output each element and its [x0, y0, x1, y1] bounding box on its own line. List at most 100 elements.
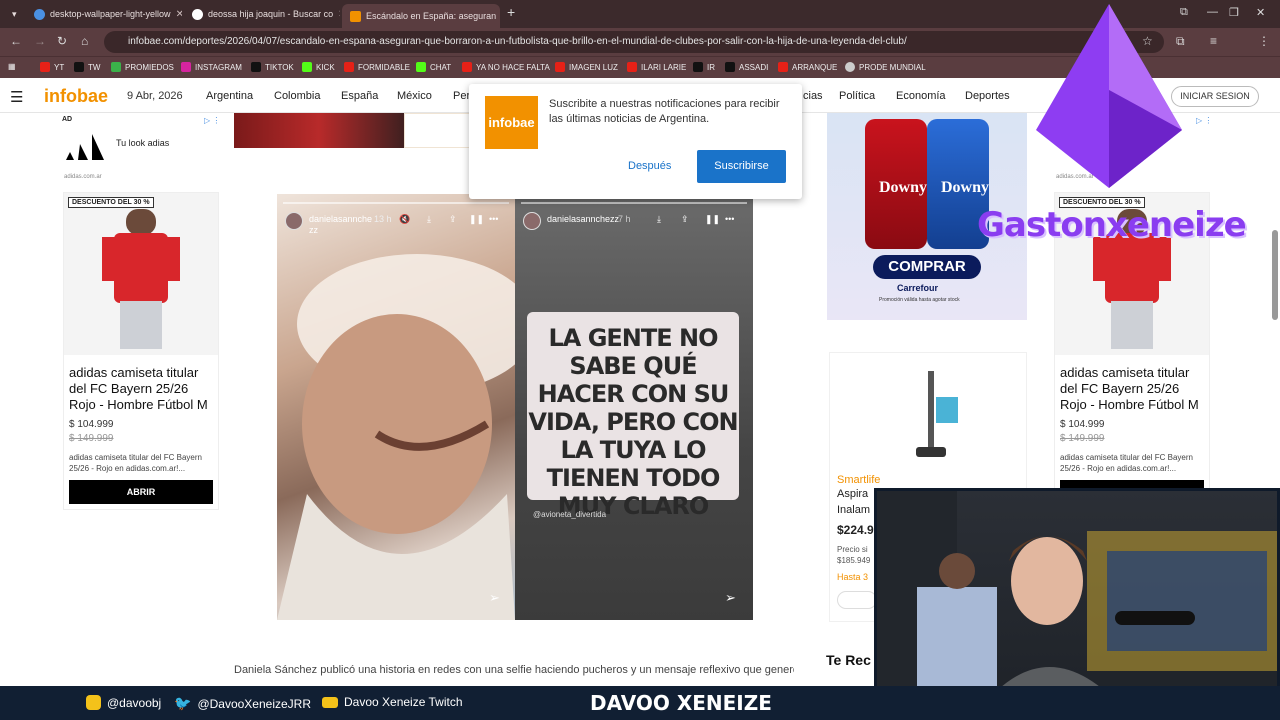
globe-icon	[845, 62, 855, 72]
avatar	[523, 212, 541, 230]
story-screenshot: danielasannche zz 13 h 🔇 ⤓ ⇪ ❚❚ ••• ➢ da…	[277, 194, 753, 620]
bookmark-tiktok[interactable]: TIKTOK	[251, 62, 294, 72]
nav-colombia[interactable]: Colombia	[274, 90, 320, 102]
bookmark-yt[interactable]: YT	[40, 62, 64, 72]
maximize-icon[interactable]: ❐	[1229, 6, 1239, 19]
discount-badge: DESCUENTO DEL 30 %	[68, 197, 154, 208]
hamburger-menu-icon[interactable]: ☰	[10, 88, 23, 106]
site-logo[interactable]: infobae	[44, 86, 108, 107]
nav-argentina[interactable]: Argentina	[206, 90, 253, 102]
product-price: $ 104.999	[69, 419, 114, 430]
nav-peru[interactable]: Per	[453, 90, 470, 102]
bookmark-ilari-larie[interactable]: ILARI LARIE	[627, 62, 686, 72]
tab-title: deossa hija joaquin - Buscar co	[208, 9, 334, 19]
apps-icon[interactable]: ▦	[8, 62, 16, 71]
mute-icon[interactable]: 🔇	[399, 214, 410, 225]
vacuum-image	[916, 371, 958, 457]
nav-mexico[interactable]: México	[397, 90, 432, 102]
bookmark-ir[interactable]: IR	[693, 62, 715, 72]
youtube-icon	[322, 696, 338, 708]
twitch-handle: Davoo Xeneize Twitch	[322, 695, 463, 709]
address-bar[interactable]: infobae.com/deportes/2026/04/07/escandal…	[104, 31, 1164, 53]
close-icon[interactable]: ✕	[338, 9, 340, 20]
more-icon[interactable]: •••	[489, 214, 498, 224]
youtube-icon	[40, 62, 50, 72]
story-mention[interactable]: @avioneta_divertida	[533, 510, 606, 519]
bookmark-prode-mundial[interactable]: PRODE MUNDIAL	[845, 62, 926, 72]
tab-google-search[interactable]: deossa hija joaquin - Buscar co ✕	[184, 3, 340, 25]
ad-domain: adidas.com.ar	[64, 174, 102, 180]
story-progress-bar	[283, 202, 509, 204]
downy-label: Downy	[941, 179, 990, 196]
more-icon[interactable]: •••	[725, 214, 734, 224]
ad-header-left[interactable]: AD ▷ ⋮ Tu look adias adidas.com.ar	[62, 116, 222, 186]
article-paragraph: Daniela Sánchez publicó una historia en …	[234, 664, 794, 676]
pause-icon[interactable]: ❚❚	[469, 214, 484, 225]
tab-wallpaper[interactable]: desktop-wallpaper-light-yellow ✕	[26, 3, 182, 25]
product-price: $ 104.999	[1060, 419, 1105, 430]
bookmark-ya-no-hace-falta[interactable]: YA NO HACE FALTA	[462, 62, 550, 72]
buy-button[interactable]: COMPRAR	[873, 255, 981, 279]
product-title[interactable]: adidas camiseta titular del FC Bayern 25…	[1060, 365, 1208, 413]
adchoices-icon[interactable]: ▷ ⋮	[204, 116, 220, 125]
ad-card-left[interactable]: DESCUENTO DEL 30 % adidas camiseta titul…	[63, 192, 219, 510]
bookmark-imagen-luz[interactable]: IMAGEN LUZ	[555, 62, 618, 72]
send-icon[interactable]: ➢	[725, 590, 736, 606]
login-button[interactable]: INICIAR SESION	[1171, 86, 1259, 107]
bookmark-arranque[interactable]: ARRANQUE	[778, 62, 837, 72]
price-note: $185.949	[837, 556, 871, 565]
bookmark-promiedos[interactable]: PROMIEDOS	[111, 62, 174, 72]
home-icon[interactable]: ⌂	[81, 34, 88, 48]
selfie-photo	[277, 254, 515, 620]
pause-icon[interactable]: ❚❚	[705, 214, 720, 225]
webcam-overlay	[874, 488, 1280, 716]
nav-politica[interactable]: Política	[839, 90, 875, 102]
twitter-handle: 🐦 @DavooXeneizeJRR	[174, 695, 312, 711]
story-left: danielasannche zz 13 h 🔇 ⤓ ⇪ ❚❚ ••• ➢	[277, 194, 515, 620]
ad-slogan: Tu look adias	[116, 138, 170, 148]
bookmark-instagram[interactable]: INSTAGRAM	[181, 62, 242, 72]
page-scrollbar[interactable]	[1272, 230, 1278, 320]
bookmark-kick[interactable]: KICK	[302, 62, 335, 72]
nav-deportes[interactable]: Deportes	[965, 90, 1010, 102]
url-text: infobae.com/deportes/2026/04/07/escandal…	[128, 36, 907, 47]
article-top-image	[234, 113, 404, 148]
avatar	[285, 212, 303, 230]
bookmark-assadi[interactable]: ASSADI	[725, 62, 768, 72]
window-close-icon[interactable]: ✕	[1256, 6, 1265, 19]
repost-icon[interactable]: ⇪	[681, 214, 689, 225]
product-title[interactable]: adidas camiseta titular del FC Bayern 25…	[69, 365, 217, 413]
close-icon[interactable]: ✕	[176, 9, 182, 20]
open-ad-button[interactable]: ABRIR	[69, 480, 213, 504]
minimize-icon[interactable]: —	[1207, 6, 1218, 18]
instagram-icon	[86, 695, 101, 710]
nav-espana[interactable]: España	[341, 90, 378, 102]
send-icon[interactable]: ➢	[489, 590, 500, 606]
later-button[interactable]: Después	[628, 160, 671, 172]
nav-noticias[interactable]: cias	[803, 90, 823, 102]
repost-icon[interactable]: ⇪	[449, 214, 457, 225]
forward-icon[interactable]: →	[34, 34, 46, 48]
reload-icon[interactable]: ↻	[57, 34, 67, 48]
youtube-icon	[627, 62, 637, 72]
tab-title: desktop-wallpaper-light-yellow	[50, 9, 171, 19]
header-date: 9 Abr, 2026	[127, 90, 183, 102]
back-icon[interactable]: ←	[10, 34, 22, 48]
download-icon[interactable]: ⤓	[427, 214, 431, 225]
tab-search-button[interactable]: ▾	[4, 3, 24, 25]
bookmark-chat[interactable]: CHAT	[416, 62, 451, 72]
reading-list-icon[interactable]: ≡	[1210, 34, 1217, 48]
subscribe-button[interactable]: Suscribirse	[697, 150, 786, 183]
menu-icon[interactable]: ⋮	[1258, 34, 1270, 48]
new-tab-icon[interactable]: +	[507, 4, 515, 20]
nav-economia[interactable]: Economía	[896, 90, 946, 102]
product-title-line2: Inalam	[837, 504, 871, 516]
bookmark-formidable[interactable]: FORMIDABLE	[344, 62, 410, 72]
adchoices-icon[interactable]: ▷ ⋮	[1196, 116, 1212, 125]
bookmark-tw[interactable]: TW	[74, 62, 100, 72]
product-title: Aspira	[837, 488, 869, 500]
download-icon[interactable]: ⤓	[657, 214, 661, 225]
buy-button[interactable]	[837, 591, 877, 609]
product-price: $224.9	[837, 523, 874, 537]
tab-infobae-article[interactable]: Escándalo en España: aseguran ✕	[342, 4, 500, 28]
